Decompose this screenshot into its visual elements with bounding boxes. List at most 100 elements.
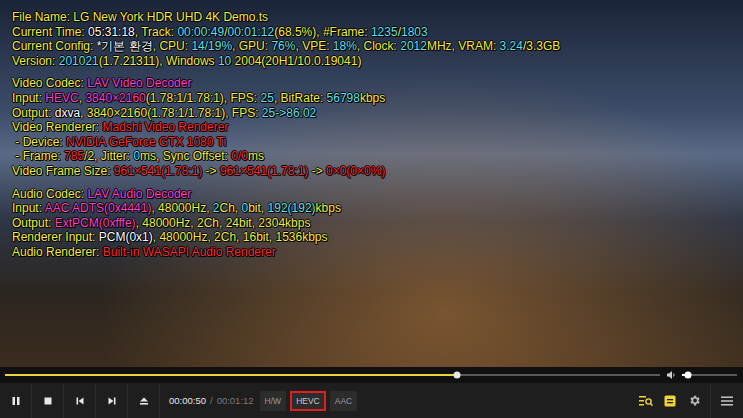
osd-text: File Name: LG New York HDR UHD 4K Demo.t…: [12, 10, 268, 24]
osd-text: (1.7.21311), Windows: [99, 54, 218, 68]
time-display: 00:00:50 / 00:01:12: [160, 395, 260, 406]
codec-badge[interactable]: AAC: [330, 391, 357, 411]
osd-text: Input:: [12, 201, 45, 215]
stop-button[interactable]: [32, 383, 64, 418]
osd-text: (1.78:1/1.78:1), FPS:: [146, 91, 261, 105]
osd-text: , 48000Hz, 2Ch, 24bit, 2304kbps: [136, 216, 311, 230]
pause-button[interactable]: [0, 383, 32, 418]
osd-text: Video Codec:: [12, 76, 87, 90]
osd-text: , 3840×2160(1.78:1/1.78:1), FPS:: [80, 106, 262, 120]
playlist-button[interactable]: [634, 383, 658, 418]
osd-text: Current Time:: [12, 25, 88, 39]
previous-button[interactable]: [64, 383, 96, 418]
codec-badge[interactable]: HEVC: [290, 391, 326, 411]
osd-group: File Name: LG New York HDR UHD 4K Demo.t…: [12, 10, 731, 68]
osd-text: Ch,: [219, 201, 241, 215]
osd-text: 3840×2160: [85, 91, 145, 105]
osd-line: Version: 201021(1.7.21311), Windows 10 2…: [12, 54, 731, 69]
osd-text: 14/19%: [191, 39, 232, 53]
osd-text: 0×0(0×0%): [326, 164, 385, 178]
osd-text: Output:: [12, 106, 55, 120]
codec-badge[interactable]: H/W: [260, 391, 287, 411]
eject-button[interactable]: [128, 383, 160, 418]
osd-line: File Name: LG New York HDR UHD 4K Demo.t…: [12, 10, 731, 25]
osd-text: , BitRate:: [274, 91, 327, 105]
osd-line: Input: HEVC, 3840×2160(1.78:1/1.78:1), F…: [12, 91, 731, 106]
osd-text: kbps: [316, 201, 341, 215]
osd-text: /: [398, 25, 401, 39]
osd-text: *기본 환경: [97, 39, 153, 53]
seek-knob[interactable]: [453, 372, 460, 379]
osd-text: 0: [133, 149, 140, 163]
seek-bar[interactable]: [5, 374, 660, 376]
osd-line: Video Renderer: Madshi Video Renderer: [12, 120, 731, 135]
gear-icon: [688, 394, 701, 407]
osd-text: Audio Codec:: [12, 187, 87, 201]
osd-line: - Frame: 785/2, Jitter: 0ms, Sync Offset…: [12, 149, 731, 164]
osd-text: kbps: [360, 91, 385, 105]
osd-text: 2012: [400, 39, 427, 53]
eject-icon: [139, 396, 149, 406]
osd-text: 76%: [271, 39, 295, 53]
subtitle-icon: [664, 395, 676, 407]
osd-text: (68.5%), #Frame:: [274, 25, 371, 39]
osd-text: , GPU:: [232, 39, 271, 53]
menu-button[interactable]: [710, 383, 743, 418]
osd-text: /3.3GB: [523, 39, 560, 53]
subtitle-button[interactable]: [658, 383, 682, 418]
osd-text: - Device:: [12, 135, 66, 149]
osd-text: , Clock:: [357, 39, 400, 53]
badge-list: H/WHEVCAAC: [260, 391, 358, 411]
osd-text: ms, Sync Offset:: [140, 149, 231, 163]
osd-text: HEVC: [45, 91, 78, 105]
osd-line: Renderer Input: PCM(0x1), 48000Hz, 2Ch, …: [12, 230, 731, 245]
osd-text: 785: [64, 149, 84, 163]
osd-line: Video Codec: LAV Video Decoder: [12, 76, 731, 91]
osd-text: Current Config:: [12, 39, 97, 53]
osd-text: Madshi Video Renderer: [103, 120, 229, 134]
time-separator: /: [210, 395, 213, 406]
seek-fill: [5, 374, 457, 376]
osd-group: Audio Codec: LAV Audio DecoderInput: AAC…: [12, 187, 731, 260]
stop-icon: [43, 396, 53, 406]
total-time: 00:01:12: [217, 395, 254, 406]
current-time: 00:00:50: [169, 395, 206, 406]
osd-text: PCM(0x1): [99, 230, 153, 244]
osd-text: ->: [202, 164, 220, 178]
osd-line: Audio Codec: LAV Audio Decoder: [12, 187, 731, 202]
osd-text: 25->86.02: [262, 106, 316, 120]
volume-knob[interactable]: [684, 372, 691, 379]
osd-text: , 48000Hz,: [151, 201, 212, 215]
osd-group: Video Codec: LAV Video DecoderInput: HEV…: [12, 76, 731, 178]
osd-line: Output: ExtPCM(0xfffe), 48000Hz, 2Ch, 24…: [12, 216, 731, 231]
osd-line: Audio Renderer: Built-in WASAPI Audio Re…: [12, 245, 731, 260]
osd-text: 00:00:49: [177, 25, 224, 39]
osd-line: Video Frame Size: 961×541(1.78:1) -> 961…: [12, 164, 731, 179]
osd-text: dxva: [55, 106, 80, 120]
osd-text: 201021: [59, 54, 99, 68]
osd-text: 3.24: [500, 39, 523, 53]
osd-text: bit,: [248, 201, 267, 215]
osd-text: 10: [218, 54, 231, 68]
osd-text: 1235: [371, 25, 398, 39]
video-player: File Name: LG New York HDR UHD 4K Demo.t…: [0, 0, 743, 418]
osd-text: NVIDIA GeForce GTX 1080 Ti: [66, 135, 226, 149]
osd-text: 2: [213, 201, 220, 215]
osd-text: Version:: [12, 54, 59, 68]
previous-icon: [75, 396, 85, 406]
osd-text: 961×541(1.78:1): [220, 164, 308, 178]
osd-text: Renderer Input:: [12, 230, 99, 244]
video-frame[interactable]: File Name: LG New York HDR UHD 4K Demo.t…: [0, 0, 743, 367]
osd-text: ms: [248, 149, 264, 163]
osd-text: ,: [79, 91, 86, 105]
next-icon: [107, 396, 117, 406]
osd-line: Current Config: *기본 환경, CPU: 14/19%, GPU…: [12, 39, 731, 54]
speaker-icon[interactable]: [666, 370, 676, 380]
osd-text: Video Frame Size:: [12, 164, 114, 178]
osd-text: 18%: [333, 39, 357, 53]
next-button[interactable]: [96, 383, 128, 418]
osd-info: File Name: LG New York HDR UHD 4K Demo.t…: [0, 0, 743, 260]
settings-button[interactable]: [682, 383, 706, 418]
volume-slider[interactable]: [682, 374, 737, 376]
osd-text: Output:: [12, 216, 55, 230]
